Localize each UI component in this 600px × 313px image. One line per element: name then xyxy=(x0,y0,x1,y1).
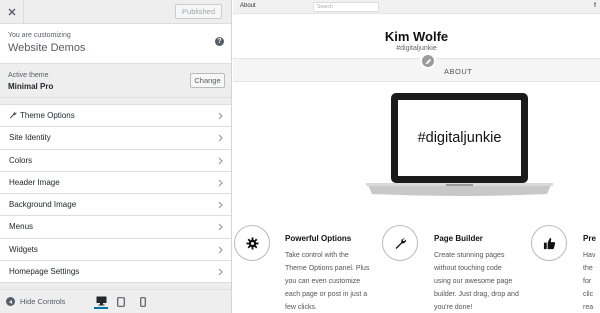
preview-tablet-button[interactable] xyxy=(114,295,128,309)
preview-desktop-button[interactable] xyxy=(94,295,108,309)
wrench-icon xyxy=(395,237,406,249)
chevron-right-icon xyxy=(218,268,223,276)
laptop-screen-text: #digitaljunkie xyxy=(418,130,502,146)
site-preview: About Search f Kim Wolfe #digitaljunkie … xyxy=(233,0,600,313)
feature-icon-circle xyxy=(531,225,567,261)
chevron-right-icon xyxy=(218,134,223,142)
chevron-right-icon xyxy=(218,157,223,165)
search-input[interactable]: Search xyxy=(313,2,379,12)
customizer-footer: Hide Controls xyxy=(0,289,231,313)
features-section: Powerful Options Take control with the T… xyxy=(233,222,600,313)
feature-body: Create stunning pages without touching c… xyxy=(434,252,519,311)
site-name: Website Demos xyxy=(8,42,86,54)
edit-shortcut-button[interactable] xyxy=(420,53,436,69)
preview-mobile-button[interactable] xyxy=(136,295,150,309)
active-theme-section: Active theme Minimal Pro Change xyxy=(0,64,231,98)
top-about-link[interactable]: About xyxy=(240,3,256,9)
menu-item-menus[interactable]: Menus xyxy=(0,216,231,239)
menu-item-label: Homepage Settings xyxy=(9,267,80,277)
menu-item-header-image[interactable]: Header Image xyxy=(0,171,231,195)
customizer-sidebar: Published You are customizing Website De… xyxy=(0,0,232,313)
menu-item-background-image[interactable]: Background Image xyxy=(0,194,231,217)
menu-item-site-identity[interactable]: Site Identity xyxy=(0,127,231,150)
wrench-icon xyxy=(9,111,17,119)
pencil-icon xyxy=(425,58,431,64)
tablet-icon xyxy=(117,297,125,307)
feature-title: Page Builder xyxy=(434,234,483,243)
site-title[interactable]: Kim Wolfe xyxy=(233,29,600,44)
menu-item-label: Widgets xyxy=(9,244,38,254)
feature-icon-circle xyxy=(382,225,418,261)
chevron-right-icon xyxy=(218,201,223,209)
menu-item-homepage-settings[interactable]: Homepage Settings xyxy=(0,261,231,284)
menu-item-widgets[interactable]: Widgets xyxy=(0,238,231,262)
close-button[interactable] xyxy=(0,0,24,24)
close-icon xyxy=(8,8,15,16)
customizing-label: You are customizing xyxy=(8,32,71,39)
menu-item-label: Theme Options xyxy=(20,111,75,120)
menu-item-label: Header Image xyxy=(9,177,60,187)
mobile-icon xyxy=(140,297,146,307)
feature-body: Take control with the Theme Options pane… xyxy=(285,252,370,311)
primary-nav: ABOUT xyxy=(233,53,600,82)
chevron-right-icon xyxy=(218,179,223,187)
thumbs-up-icon xyxy=(543,237,555,249)
feature-body: Hav the for clic rea xyxy=(583,252,596,311)
hide-controls-button[interactable]: Hide Controls xyxy=(6,297,65,306)
customizer-header: Published xyxy=(0,0,231,24)
facebook-icon[interactable]: f xyxy=(594,3,596,9)
collapse-icon xyxy=(6,297,15,306)
site-tagline: #digitaljunkie xyxy=(396,45,437,52)
chevron-right-icon xyxy=(218,224,223,231)
desktop-icon xyxy=(96,296,106,306)
hide-controls-label: Hide Controls xyxy=(20,297,66,306)
customizing-info: You are customizing Website Demos ? xyxy=(0,24,231,64)
feature-title: Powerful Options xyxy=(285,234,352,243)
help-icon[interactable]: ? xyxy=(215,37,224,46)
menu-item-label: Site Identity xyxy=(9,133,51,143)
menu-item-label: Background Image xyxy=(9,200,77,210)
chevron-right-icon xyxy=(218,246,223,254)
laptop-image: #digitaljunkie xyxy=(366,93,553,196)
change-theme-button[interactable]: Change xyxy=(190,73,225,88)
feature-title: Pre xyxy=(583,234,596,243)
site-header: Kim Wolfe #digitaljunkie xyxy=(233,14,600,57)
chevron-right-icon xyxy=(218,112,223,120)
menu-item-label: Menus xyxy=(9,222,34,232)
preview-top-bar: About Search f xyxy=(233,0,600,14)
publish-button[interactable]: Published xyxy=(175,4,222,19)
menu-item-theme-options[interactable]: Theme Options xyxy=(0,105,231,128)
nav-item-about[interactable]: ABOUT xyxy=(444,67,472,76)
menu-item-colors[interactable]: Colors xyxy=(0,149,231,172)
feature-icon-circle xyxy=(234,225,270,261)
menu-item-label: Colors xyxy=(9,155,33,165)
gear-icon xyxy=(245,236,259,250)
customizer-menu: Theme Options Site Identity Colors Heade… xyxy=(0,104,231,284)
